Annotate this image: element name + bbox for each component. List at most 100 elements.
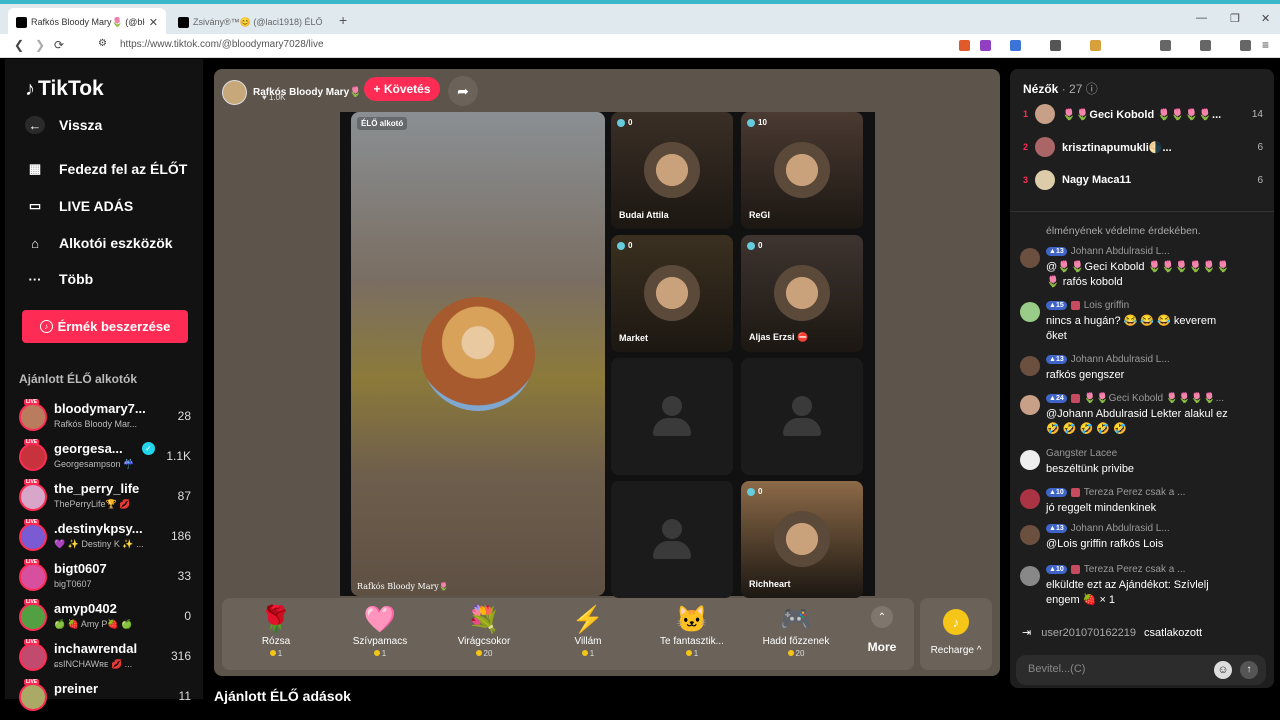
avatar[interactable] bbox=[1020, 248, 1040, 268]
brave-shield-icon[interactable] bbox=[959, 40, 970, 51]
wallet-icon[interactable] bbox=[1200, 40, 1211, 51]
viewer-count: 28 bbox=[177, 409, 191, 423]
empty-guest-slot[interactable] bbox=[741, 358, 863, 475]
brave-rewards-icon[interactable] bbox=[980, 40, 991, 51]
avatar[interactable] bbox=[1020, 566, 1040, 586]
maximize-button[interactable]: ❐ bbox=[1230, 12, 1240, 25]
creator-item[interactable]: LIVE the_perry_life ThePerryLife🏆 💋 87 bbox=[19, 479, 199, 516]
message-username[interactable]: Gangster Lacee bbox=[1046, 448, 1117, 459]
gift-item[interactable]: 🐱 Te fantasztik... 1 bbox=[646, 604, 738, 658]
coin-icon bbox=[475, 650, 482, 656]
get-coins-button[interactable]: ♪ Érmék beszerzése bbox=[22, 310, 188, 343]
extension-icon[interactable] bbox=[1090, 40, 1101, 51]
share-icon[interactable]: ➦ bbox=[448, 76, 478, 106]
send-icon[interactable]: ↑ bbox=[1240, 661, 1258, 679]
close-tab-icon[interactable]: ✕ bbox=[149, 16, 158, 29]
coin-icon bbox=[269, 650, 276, 656]
message-username[interactable]: Johann Abdulrasid L... bbox=[1071, 354, 1170, 365]
message-username[interactable]: 🌷🌷Geci Kobold 🌷🌷🌷🌷... bbox=[1084, 393, 1224, 404]
tab-zsivany-live[interactable]: Zsivány®™😊 (@laci1918) ÉLŐ adás bbox=[170, 8, 330, 36]
avatar bbox=[1035, 104, 1055, 124]
top-viewer[interactable]: 2 krisztinapumukli🌗... 6 bbox=[1023, 136, 1263, 158]
empty-guest-slot[interactable] bbox=[611, 481, 733, 598]
more-gifts-button[interactable]: ⌃ More bbox=[862, 606, 902, 654]
close-window-button[interactable]: ✕ bbox=[1261, 12, 1270, 25]
avatar[interactable] bbox=[1020, 302, 1040, 322]
creator-item[interactable]: LIVE bloodymary7... Rafkós Bloody Mar... 28 bbox=[19, 399, 199, 436]
price-value: 1 bbox=[277, 649, 283, 658]
creator-item[interactable]: LIVE georgesa... ✓ Georgesampson ☔ 1.1K bbox=[19, 439, 199, 476]
media-icon[interactable] bbox=[1160, 40, 1171, 51]
guest-slot[interactable]: 0 Aljas Erzsi ⛔ bbox=[741, 235, 863, 352]
message-username[interactable]: Johann Abdulrasid L... bbox=[1071, 246, 1170, 257]
avatar[interactable] bbox=[1020, 450, 1040, 470]
guest-avatar bbox=[774, 511, 830, 567]
forward-arrow-icon[interactable]: ❯ bbox=[35, 38, 45, 52]
creator-item[interactable]: LIVE preiner 11 bbox=[19, 679, 199, 716]
host-video[interactable]: ÉLŐ alkotó Rafkós Bloody Mary🌷 bbox=[351, 112, 605, 596]
message-header: ▲15 Lois griffin bbox=[1046, 300, 1129, 311]
extension-icon[interactable] bbox=[1050, 40, 1061, 51]
nav-live-broadcast[interactable]: ▭ LIVE ADÁS bbox=[25, 197, 133, 215]
gift-price: 1 bbox=[542, 649, 634, 658]
empty-guest-slot[interactable] bbox=[611, 358, 733, 475]
back-nav-item[interactable]: ← Vissza bbox=[25, 116, 102, 134]
gift-item[interactable]: 💐 Virágcsokor 20 bbox=[438, 604, 530, 658]
menu-icon[interactable]: ≡ bbox=[1262, 38, 1269, 52]
follow-button[interactable]: + Követés bbox=[364, 77, 440, 101]
gift-price: 1 bbox=[230, 649, 322, 658]
recharge-button[interactable]: ♪ Recharge ^ bbox=[920, 598, 992, 670]
fan-heart-icon bbox=[1070, 565, 1080, 574]
viewer-rank: 3 bbox=[1023, 175, 1029, 185]
message-username[interactable]: Tereza Perez csak a ... bbox=[1084, 564, 1186, 575]
joined-username[interactable]: user201070162219 bbox=[1041, 627, 1136, 639]
new-tab-button[interactable]: + bbox=[339, 12, 347, 28]
creator-item[interactable]: LIVE inchawrendal ɕsINCHAWʀᴇ 💋 ... 316 bbox=[19, 639, 199, 676]
avatar[interactable] bbox=[1020, 489, 1040, 509]
url-field[interactable]: https://www.tiktok.com/@bloodymary7028/l… bbox=[120, 39, 324, 50]
top-viewer[interactable]: 1 🌷🌷Geci Kobold 🌷🌷🌷🌷... 14 bbox=[1023, 103, 1263, 125]
host-avatar[interactable] bbox=[222, 79, 247, 105]
viewers-header[interactable]: Nézők · 27 ⓘ bbox=[1023, 80, 1098, 97]
avatar[interactable] bbox=[1020, 356, 1040, 376]
nav-creator-tools[interactable]: ⌂ Alkotói eszközök bbox=[25, 234, 173, 252]
nav-more[interactable]: ··· Több bbox=[25, 270, 94, 288]
score-dot-icon bbox=[747, 241, 755, 250]
gift-item[interactable]: ⚡ Villám 1 bbox=[542, 604, 634, 658]
avatar bbox=[19, 523, 47, 551]
level-badge: ▲10 bbox=[1046, 565, 1067, 574]
site-settings-icon[interactable]: ⚙ bbox=[98, 38, 107, 49]
gift-item[interactable]: 🌹 Rózsa 1 bbox=[230, 604, 322, 658]
tiktok-logo[interactable]: ♪ TikTok bbox=[25, 77, 104, 101]
reload-icon[interactable]: ⟳ bbox=[54, 38, 64, 52]
creator-item[interactable]: LIVE bigt0607 bigT0607 33 bbox=[19, 559, 199, 596]
guest-slot[interactable]: 0 Budai Attila bbox=[611, 112, 733, 229]
creator-name: amyp0402 bbox=[54, 601, 117, 616]
back-arrow-icon[interactable]: ❮ bbox=[14, 38, 24, 52]
extension-icon[interactable] bbox=[1010, 40, 1021, 51]
message-username[interactable]: Tereza Perez csak a ... bbox=[1084, 487, 1186, 498]
guest-slot[interactable]: 0 Richheart bbox=[741, 481, 863, 598]
avatar[interactable] bbox=[1020, 525, 1040, 545]
message-username[interactable]: Johann Abdulrasid L... bbox=[1071, 523, 1170, 534]
guest-slot[interactable]: 10 ReGI bbox=[741, 112, 863, 229]
tab-tiktok-live[interactable]: Rafkós Bloody Mary🌷 (@blc ✕ bbox=[8, 8, 166, 36]
minimize-button[interactable]: — bbox=[1196, 12, 1207, 24]
avatar[interactable] bbox=[1020, 395, 1040, 415]
nav-explore-live[interactable]: ▦ Fedezd fel az ÉLŐT bbox=[25, 160, 188, 178]
creator-item[interactable]: LIVE .destinykpsy... 💜 ✨ Destiny K ✨ ... 18… bbox=[19, 519, 199, 556]
info-icon[interactable]: ⓘ bbox=[1086, 82, 1098, 96]
guest-name: Budai Attila bbox=[619, 210, 669, 220]
message-username[interactable]: Lois griffin bbox=[1084, 300, 1129, 311]
vpn-icon[interactable] bbox=[1240, 40, 1251, 51]
creator-item[interactable]: LIVE amyp0402 🍏 🍓 Amy P🍓 🍏 0 bbox=[19, 599, 199, 636]
play-house-icon: ⌂ bbox=[31, 235, 39, 251]
gift-item[interactable]: 🎮 Hadd főzzenek 20 bbox=[750, 604, 842, 658]
live-badge: LIVE bbox=[24, 559, 40, 565]
level-value: 10 bbox=[1055, 489, 1064, 496]
guest-slot[interactable]: 0 Market bbox=[611, 235, 733, 352]
top-viewer[interactable]: 3 Nagy Maca11 6 bbox=[1023, 169, 1263, 191]
emoji-icon[interactable]: ☺ bbox=[1214, 661, 1232, 679]
chat-input[interactable]: Bevitel...(C) ☺ ↑ bbox=[1016, 655, 1266, 685]
gift-item[interactable]: 🩷 Szívpamacs 1 bbox=[334, 604, 426, 658]
